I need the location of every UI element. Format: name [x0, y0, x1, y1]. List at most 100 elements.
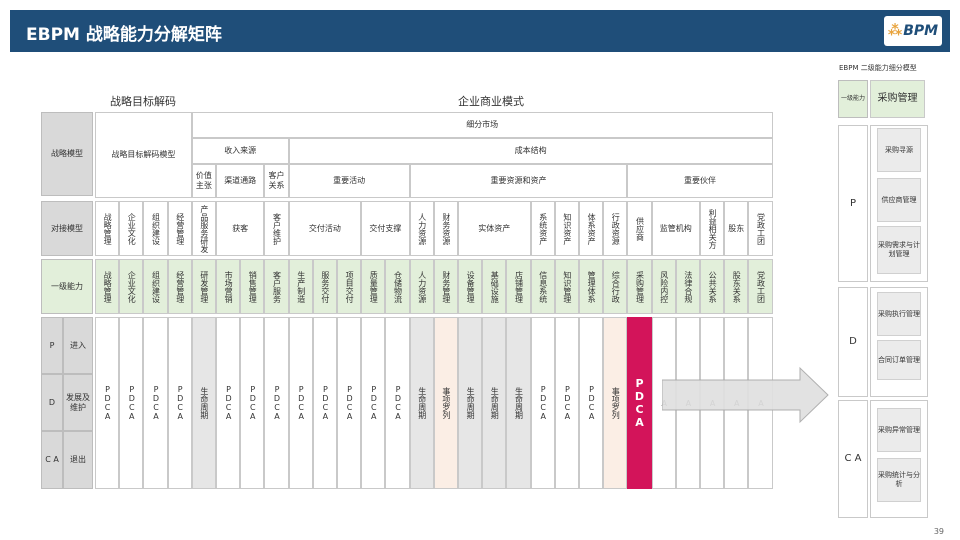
capability-cell: 销售管理 [240, 259, 265, 314]
cell-text: 生命周期 [490, 387, 500, 419]
business-element-header: 客户关系 [264, 164, 289, 198]
cell-text: 股东关系 [732, 270, 742, 303]
capability-cell: 基础设施 [482, 259, 507, 314]
bpm-logo: ⁂ BPM [884, 16, 942, 46]
cell-text: 体系资产 [587, 212, 597, 245]
cell-text: PDCA [248, 385, 258, 421]
cell-text: 人力资源 [417, 270, 427, 303]
capability-cell: 公共关系 [700, 259, 725, 314]
capability-cell: 知识管理 [554, 259, 579, 314]
phase-cell: PDCA [264, 317, 289, 489]
dock-model-cell: 交付活动 [288, 201, 362, 256]
cell-text: 生命周期 [199, 387, 209, 419]
cell-text: 组织建设 [151, 270, 161, 303]
cell-text: 战略管理 [103, 270, 113, 303]
capability-cell: 服务交付 [312, 259, 337, 314]
phase-cell: PDCA [337, 317, 362, 489]
phase-label: 进入 [63, 317, 93, 374]
cell-text: 店铺管理 [514, 270, 524, 303]
capability-cell: 采购管理 [627, 259, 652, 314]
secondary-capability-item: 采购寻源 [877, 128, 921, 172]
cell-text: 事项罗列 [611, 387, 621, 419]
phase-cell: PDCA [554, 317, 579, 489]
cell-text: 产品服务研发 [199, 204, 209, 253]
business-element-header: 价值主张 [191, 164, 216, 198]
dock-model-cell: 系统资产 [530, 201, 555, 256]
logo-mark-icon: ⁂ [887, 23, 903, 39]
phase-cell: PDCA [288, 317, 313, 489]
cell-text: 综合行政 [611, 270, 621, 303]
phase-cell: 事项罗列 [603, 317, 628, 489]
cell-text: PDCA [587, 385, 597, 421]
decode-model-header: 战略目标解码模型 [95, 112, 192, 198]
capability-cell: 组织建设 [143, 259, 168, 314]
page-title: EBPM 战略能力分解矩阵 [26, 25, 222, 45]
secondary-capability-item: 供应商管理 [877, 178, 921, 222]
cell-text: 企业文化 [127, 270, 137, 303]
capability-cell: 股东关系 [724, 259, 749, 314]
phase-cell: PDCA [312, 317, 337, 489]
cell-text: 研发管理 [199, 270, 209, 303]
phase-cell: PDCA [530, 317, 555, 489]
dock-model-cell: 企业文化 [119, 201, 144, 256]
dock-model-cell: 供应商 [627, 201, 652, 256]
cell-text: 公共关系 [708, 270, 718, 303]
right-panel-title: EBPM 二级能力细分模型 [839, 64, 917, 72]
cell-text: PDCA [103, 385, 113, 421]
capability-cell: 研发管理 [191, 259, 216, 314]
cell-text: PDCA [632, 377, 646, 429]
phase-letter: C A [41, 431, 63, 489]
phase-letter: P [41, 317, 63, 374]
phase-label: 退出 [63, 431, 93, 489]
cell-text: 战略管理 [103, 212, 113, 245]
cell-text: 法律合规 [683, 270, 693, 303]
capability-cell: 财务管理 [433, 259, 458, 314]
cell-text: 生命周期 [466, 387, 476, 419]
logo-text: BPM [903, 23, 939, 39]
capability-cell: 党政工团 [748, 259, 773, 314]
dock-model-cell: 实体资产 [458, 201, 531, 256]
phase-cell: PDCA [361, 317, 386, 489]
phase-label: 发展及维护 [63, 374, 93, 431]
cell-text: 市场营销 [224, 270, 234, 303]
phase-cell: 生命周期 [458, 317, 483, 489]
header-bar: EBPM 战略能力分解矩阵 ⁂ BPM [10, 10, 950, 52]
cell-text: 仓储物流 [393, 270, 403, 303]
phase-cell: 生命周期 [409, 317, 434, 489]
cell-text: 基础设施 [490, 270, 500, 303]
cell-text: 管理体系 [587, 270, 597, 303]
cell-text: 生命周期 [417, 387, 427, 419]
dock-model-cell: 组织建设 [143, 201, 168, 256]
cell-text: 财务资源 [441, 212, 451, 245]
row-label-level1: 一级能力 [41, 259, 93, 314]
phase-cell: PDCA [579, 317, 604, 489]
cell-text: 利益相关方 [708, 208, 718, 249]
capability-cell: 仓储物流 [385, 259, 410, 314]
dock-model-cell: 党政工团 [748, 201, 773, 256]
cell-text: PDCA [538, 385, 548, 421]
right-phase-letter: C A [838, 400, 868, 518]
dock-model-cell: 利益相关方 [700, 201, 725, 256]
market-segment-header: 细分市场 [191, 112, 773, 138]
capability-cell: 人力资源 [409, 259, 434, 314]
dock-model-cell: 体系资产 [579, 201, 604, 256]
section-title-decode: 战略目标解码 [110, 95, 176, 108]
cell-text: 客户服务 [272, 270, 282, 303]
dock-model-cell: 监管机构 [651, 201, 700, 256]
dock-model-cell: 经营管理 [167, 201, 192, 256]
secondary-capability-item: 合同订单管理 [877, 340, 921, 380]
cell-text: 销售管理 [248, 270, 258, 303]
cell-text: 生命周期 [514, 387, 524, 419]
dock-model-cell: 人力资源 [409, 201, 434, 256]
cell-text: 客户维护 [272, 212, 282, 245]
cell-text: 信息系统 [538, 270, 548, 303]
income-source-header: 收入来源 [191, 138, 289, 164]
capability-cell: 店铺管理 [506, 259, 531, 314]
cell-text: PDCA [272, 385, 282, 421]
phase-cell: PDCA [95, 317, 120, 489]
capability-cell: 综合行政 [603, 259, 628, 314]
cell-text: 企业文化 [127, 212, 137, 245]
cell-text: 设备管理 [466, 270, 476, 303]
cell-text: 知识资产 [562, 212, 572, 245]
cell-text: 事项罗列 [441, 387, 451, 419]
